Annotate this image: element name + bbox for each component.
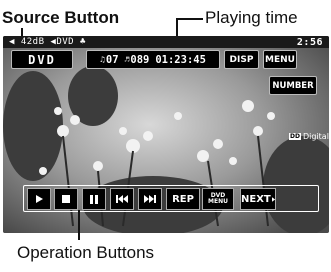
- chapter-number: 089: [130, 53, 150, 66]
- next-arrow-icon: [271, 196, 275, 202]
- stop-button[interactable]: [54, 188, 78, 210]
- operation-buttons-callout: Operation Buttons: [17, 243, 155, 262]
- digital-label: Digital: [302, 132, 329, 141]
- playing-time-display: ♫ 07 ♬ 089 01:23:45: [86, 50, 220, 69]
- dolby-digital-indicator: DD Digital: [289, 132, 329, 141]
- play-icon: [36, 195, 43, 203]
- skip-forward-button[interactable]: [138, 188, 162, 210]
- dvd-menu-button[interactable]: DVD MENU: [202, 188, 234, 210]
- playing-time: 01:23:45: [155, 53, 206, 66]
- operation-leader-line: [78, 210, 80, 240]
- number-button[interactable]: NUMBER: [269, 76, 317, 95]
- disp-button[interactable]: DISP: [224, 50, 259, 69]
- dvd-playback-screen[interactable]: ◀ 42dB ◀DVD ♣ 2:56 DVD ♫ 07 ♬ 089 01:23:…: [3, 36, 329, 233]
- pause-button[interactable]: [82, 188, 106, 210]
- dvd-menu-line2: MENU: [208, 198, 228, 205]
- source-button[interactable]: DVD: [11, 50, 73, 69]
- title-icon: ♫: [100, 55, 105, 64]
- menu-button[interactable]: MENU: [263, 50, 297, 69]
- status-bar-info: ◀ 42dB ◀DVD ♣: [9, 37, 86, 47]
- playing-time-callout: Playing time: [205, 8, 298, 27]
- skip-back-button[interactable]: [110, 188, 134, 210]
- playing-time-leader-line: [176, 18, 203, 20]
- title-number: 07: [105, 53, 119, 66]
- repeat-button[interactable]: REP: [166, 188, 200, 210]
- play-button[interactable]: [27, 188, 51, 210]
- status-clock: 2:56: [296, 37, 323, 48]
- next-label: NEXT: [241, 193, 271, 205]
- source-button-callout: Source Button: [2, 8, 120, 27]
- next-page-button[interactable]: NEXT: [240, 188, 276, 210]
- chapter-icon: ♬: [124, 55, 130, 64]
- stop-icon: [62, 195, 70, 203]
- skip-back-icon: [116, 195, 128, 203]
- skip-forward-icon: [144, 195, 156, 203]
- dolby-badge: DD: [289, 133, 301, 140]
- pause-icon: [90, 194, 98, 204]
